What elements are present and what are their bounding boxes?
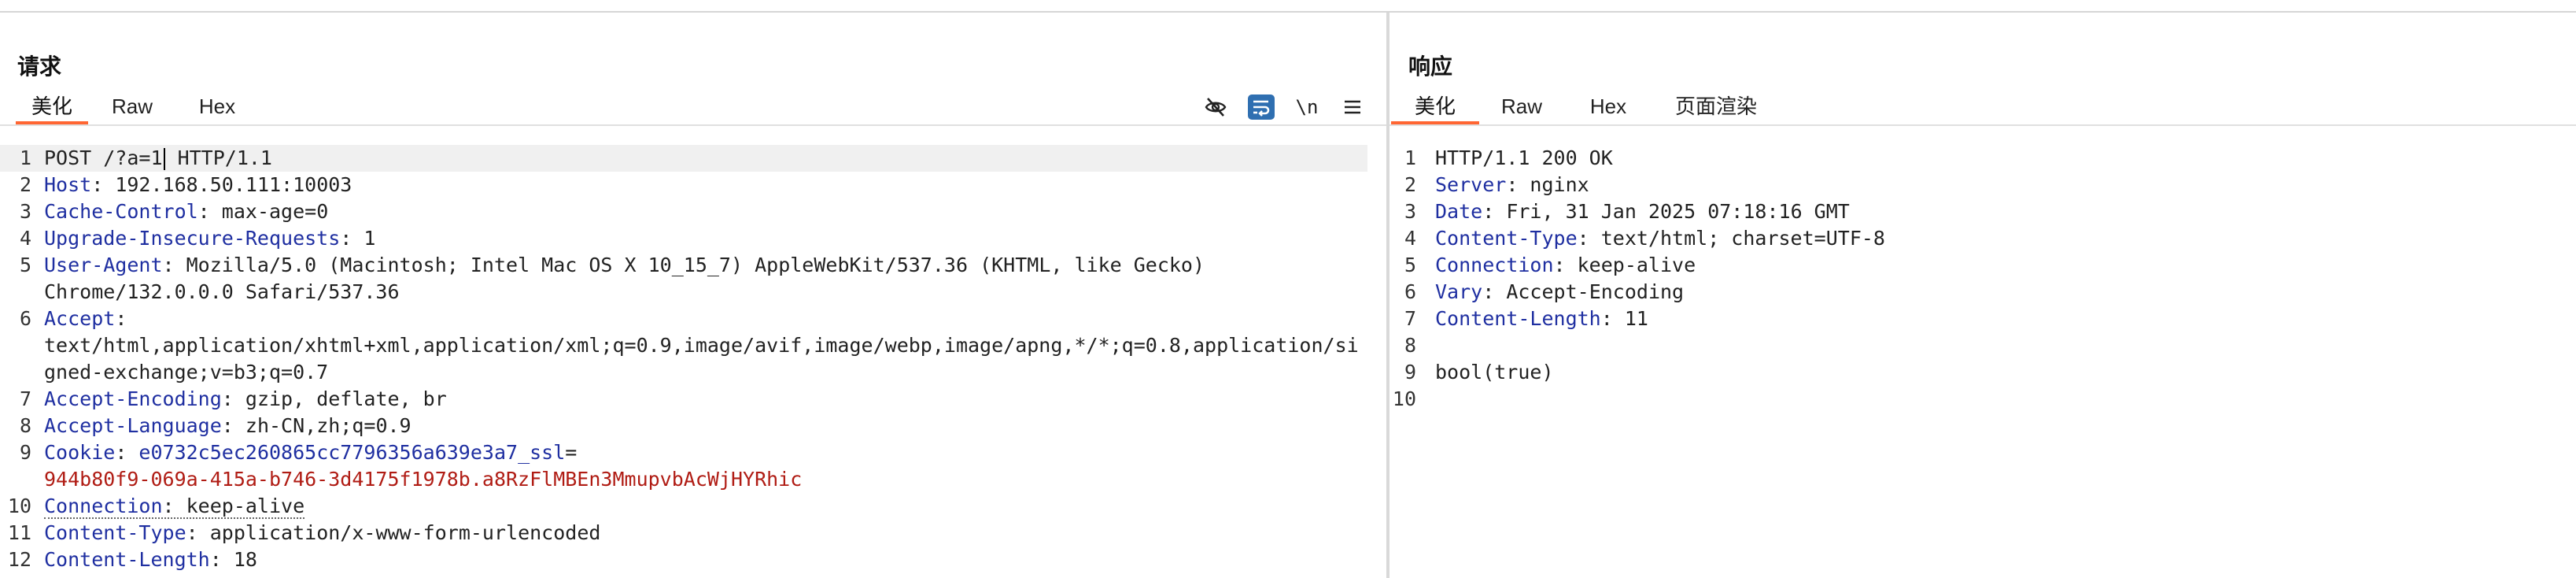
response-tab-render[interactable]: 页面渲染 (1673, 90, 1759, 123)
request-header-line[interactable]: 2 Host: 192.168.50.111:10003 (0, 172, 1386, 198)
response-pane: 响应 美化 Raw Hex 页面渲染 1 HTTP/1.1 200 OK 2 S… (1389, 13, 2576, 578)
window-top-bar (0, 0, 2576, 13)
response-viewer[interactable]: 1 HTTP/1.1 200 OK 2 Server: nginx 3 Date… (1389, 145, 2576, 413)
response-header-line[interactable]: 6 Vary: Accept-Encoding (1389, 279, 2576, 306)
request-tabbar: 美化 Raw Hex \n (0, 90, 1386, 126)
request-header-line[interactable]: 11 Content-Type: application/x-www-form-… (0, 520, 1386, 547)
response-body-line[interactable]: 9 bool(true) (1389, 359, 2576, 386)
request-header-line[interactable]: 4 Upgrade-Insecure-Requests: 1 (0, 225, 1386, 252)
response-tab-raw[interactable]: Raw (1500, 90, 1544, 123)
hamburger-menu-icon[interactable] (1339, 94, 1366, 120)
newline-toggle-button[interactable]: \n (1294, 94, 1320, 120)
response-blank-line[interactable]: 8 (1389, 332, 2576, 359)
response-status-line[interactable]: 1 HTTP/1.1 200 OK (1389, 145, 2576, 172)
response-tab-pretty[interactable]: 美化 (1391, 90, 1479, 124)
request-title: 请求 (17, 54, 62, 79)
response-tab-hex[interactable]: Hex (1586, 90, 1630, 123)
request-pane: 请求 美化 Raw Hex \n 1 POST /?a=1 HTTP/1.1 2… (0, 13, 1386, 578)
request-cookie-line[interactable]: 9 Cookie: e0732c5ec260865cc7796356a639e3… (0, 439, 1367, 493)
word-wrap-icon[interactable] (1248, 94, 1275, 120)
request-tab-hex[interactable]: Hex (195, 90, 239, 123)
response-blank-line[interactable]: 10 (1389, 386, 2576, 413)
response-header-line[interactable]: 4 Content-Type: text/html; charset=UTF-8 (1389, 225, 2576, 252)
response-header-line[interactable]: 3 Date: Fri, 31 Jan 2025 07:18:16 GMT (1389, 198, 2576, 225)
request-header-line[interactable]: 12 Content-Length: 18 (0, 547, 1386, 573)
response-header-line[interactable]: 2 Server: nginx (1389, 172, 2576, 198)
request-header-line[interactable]: 3 Cache-Control: max-age=0 (0, 198, 1386, 225)
response-header-line[interactable]: 7 Content-Length: 11 (1389, 306, 2576, 332)
request-header-line[interactable]: 8 Accept-Language: zh-CN,zh;q=0.9 (0, 413, 1386, 439)
request-editor[interactable]: 1 POST /?a=1 HTTP/1.1 2 Host: 192.168.50… (0, 145, 1386, 578)
request-header-line[interactable]: 6 Accept: text/html,application/xhtml+xm… (0, 306, 1367, 386)
request-line[interactable]: 1 POST /?a=1 HTTP/1.1 (0, 145, 1367, 172)
request-body-line[interactable]: 13 (0, 573, 1386, 578)
response-title: 响应 (1408, 54, 1453, 79)
request-tab-raw[interactable]: Raw (110, 90, 154, 123)
response-tabbar: 美化 Raw Hex 页面渲染 (1389, 90, 2576, 126)
request-tab-pretty[interactable]: 美化 (16, 90, 88, 124)
response-header-line[interactable]: 5 Connection: keep-alive (1389, 252, 2576, 279)
eye-off-icon[interactable] (1202, 94, 1229, 120)
request-header-line[interactable]: 7 Accept-Encoding: gzip, deflate, br (0, 386, 1386, 413)
request-header-line[interactable]: 5 User-Agent: Mozilla/5.0 (Macintosh; In… (0, 252, 1367, 306)
request-header-line[interactable]: 10 Connection: keep-alive (0, 493, 1386, 520)
text-cursor (163, 148, 165, 170)
